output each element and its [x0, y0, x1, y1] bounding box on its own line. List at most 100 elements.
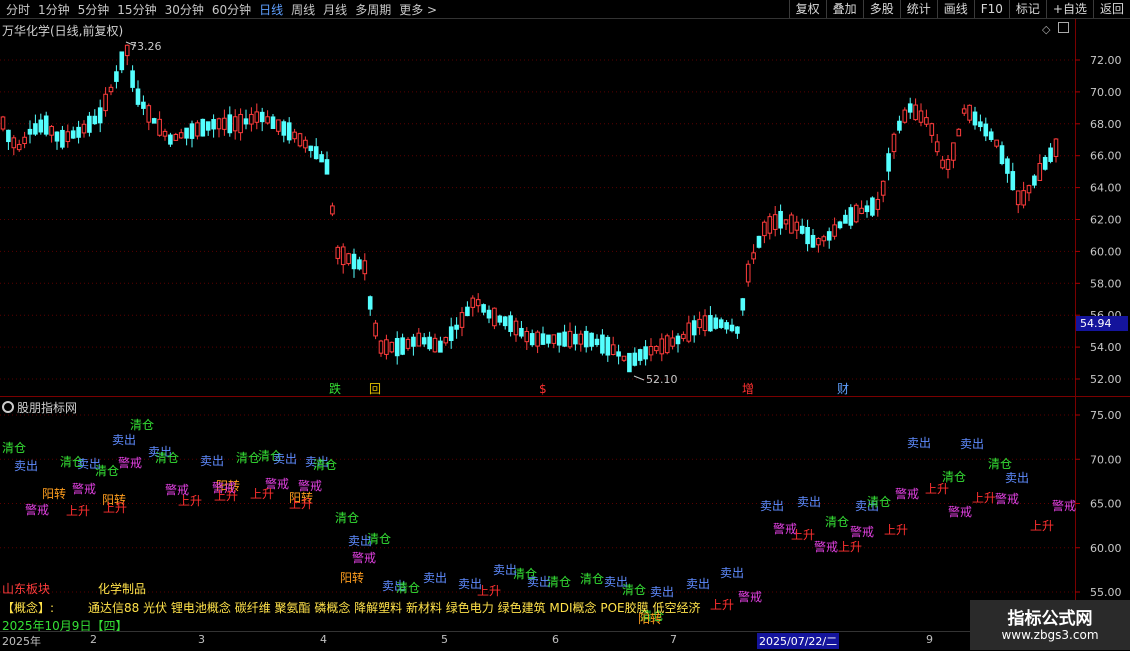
- candle-body: [448, 326, 454, 342]
- candle-body: [362, 260, 368, 275]
- current-price-tag: 54.94: [1076, 316, 1128, 331]
- candle-body: [897, 120, 902, 131]
- candle-body: [119, 51, 125, 71]
- signal-label-rise: 上升: [66, 504, 90, 518]
- candle-body: [475, 299, 481, 307]
- candle-body: [222, 117, 227, 130]
- event-marker[interactable]: 财: [837, 382, 849, 396]
- candle-body: [297, 133, 303, 147]
- candle-body: [1021, 190, 1026, 206]
- candle-body: [238, 113, 243, 134]
- candle-body: [481, 304, 486, 313]
- kline-chart[interactable]: 72.00 70.00 68.00 66.00 64.00 62.00 60.00 58.00…: [0, 0, 1130, 650]
- candle-body: [319, 154, 324, 163]
- candle-body: [616, 351, 621, 357]
- candle-body: [886, 153, 891, 172]
- signal-label-rise: 上升: [1030, 519, 1054, 533]
- candle-body: [681, 333, 686, 339]
- price-tick-label: 52.00: [1090, 373, 1122, 386]
- month-label: 4: [320, 633, 327, 646]
- signal-label-sell: 卖出: [273, 452, 297, 466]
- signal-label-sell: 卖出: [907, 436, 931, 450]
- event-marker[interactable]: 增: [742, 382, 754, 396]
- candle-body: [292, 131, 297, 140]
- candle-body: [151, 118, 157, 124]
- candle-body: [918, 110, 924, 123]
- signal-label-warn: 警戒: [995, 491, 1019, 506]
- month-label: 5: [441, 633, 448, 646]
- candle-body: [816, 237, 821, 246]
- signal-label-rise: 上升: [178, 494, 202, 508]
- candle-body: [270, 116, 276, 130]
- candle-body: [956, 128, 962, 137]
- candle-body: [600, 334, 605, 354]
- candle-body: [961, 108, 967, 114]
- event-marker[interactable]: 跌: [329, 381, 341, 396]
- candle-body: [502, 316, 508, 327]
- candle-body: [454, 324, 459, 330]
- candle-body: [762, 221, 767, 237]
- candle-body: [988, 131, 994, 140]
- candle-body: [670, 337, 675, 347]
- candle-body: [837, 221, 843, 229]
- signal-label-clear: 清仓: [95, 464, 119, 478]
- candle-body: [259, 111, 265, 123]
- candle-body: [367, 296, 373, 310]
- candle-body: [573, 333, 578, 345]
- signal-label-warn: 警戒: [25, 502, 49, 517]
- signal-label-rise: 上升: [250, 487, 274, 501]
- candle-body: [114, 71, 119, 82]
- candle-body: [654, 345, 659, 352]
- candle-body: [729, 324, 735, 332]
- candle-body: [265, 116, 270, 124]
- candle-body: [308, 145, 314, 152]
- candle-body: [162, 130, 168, 137]
- candle-body: [43, 115, 49, 135]
- signal-label-rise: 上升: [791, 528, 815, 542]
- signal-label-clear: 清仓: [335, 511, 359, 525]
- indicator-tick-label: 75.00: [1090, 409, 1122, 422]
- candle-body: [664, 335, 670, 354]
- candle-body: [783, 219, 789, 225]
- month-label: 3: [198, 633, 205, 646]
- candle-body: [513, 320, 519, 336]
- candle-body: [967, 104, 972, 121]
- candle-body: [794, 221, 800, 231]
- candle-body: [189, 123, 195, 139]
- candle-body: [978, 121, 983, 128]
- candle-body: [891, 133, 897, 153]
- signal-label-warn: 警戒: [814, 539, 838, 554]
- candle-body: [49, 125, 54, 136]
- candle-body: [141, 101, 146, 109]
- candle-body: [751, 252, 756, 260]
- candle-body: [400, 337, 405, 355]
- candle-body: [205, 121, 211, 131]
- candle-body: [378, 340, 384, 354]
- price-tick-label: 64.00: [1090, 182, 1122, 195]
- candle-body: [880, 180, 886, 196]
- candle-body: [33, 123, 38, 135]
- candle-body: [427, 336, 432, 350]
- indicator-tick-label: 60.00: [1090, 542, 1122, 555]
- candle-body: [1032, 175, 1037, 186]
- signal-label-rise: 上升: [289, 497, 313, 511]
- candle-body: [1015, 190, 1021, 206]
- candle-body: [643, 346, 648, 360]
- candle-body: [324, 159, 330, 175]
- price-tick-label: 68.00: [1090, 118, 1122, 131]
- event-marker[interactable]: 回: [369, 382, 381, 396]
- event-marker[interactable]: $: [539, 382, 547, 396]
- signal-label-clear: 清仓: [313, 458, 337, 472]
- signal-label-warn: 警戒: [895, 486, 919, 501]
- candle-body: [157, 118, 162, 136]
- candle-body: [389, 341, 395, 353]
- month-label: 7: [670, 633, 677, 646]
- candle-body: [0, 116, 6, 130]
- candle-body: [789, 214, 794, 234]
- price-tick-label: 62.00: [1090, 214, 1122, 227]
- candle-body: [178, 132, 184, 139]
- signal-label-sell: 卖出: [348, 534, 372, 548]
- candle-body: [16, 144, 22, 151]
- candle-body: [637, 349, 643, 361]
- signal-label-rise: 上升: [972, 491, 996, 505]
